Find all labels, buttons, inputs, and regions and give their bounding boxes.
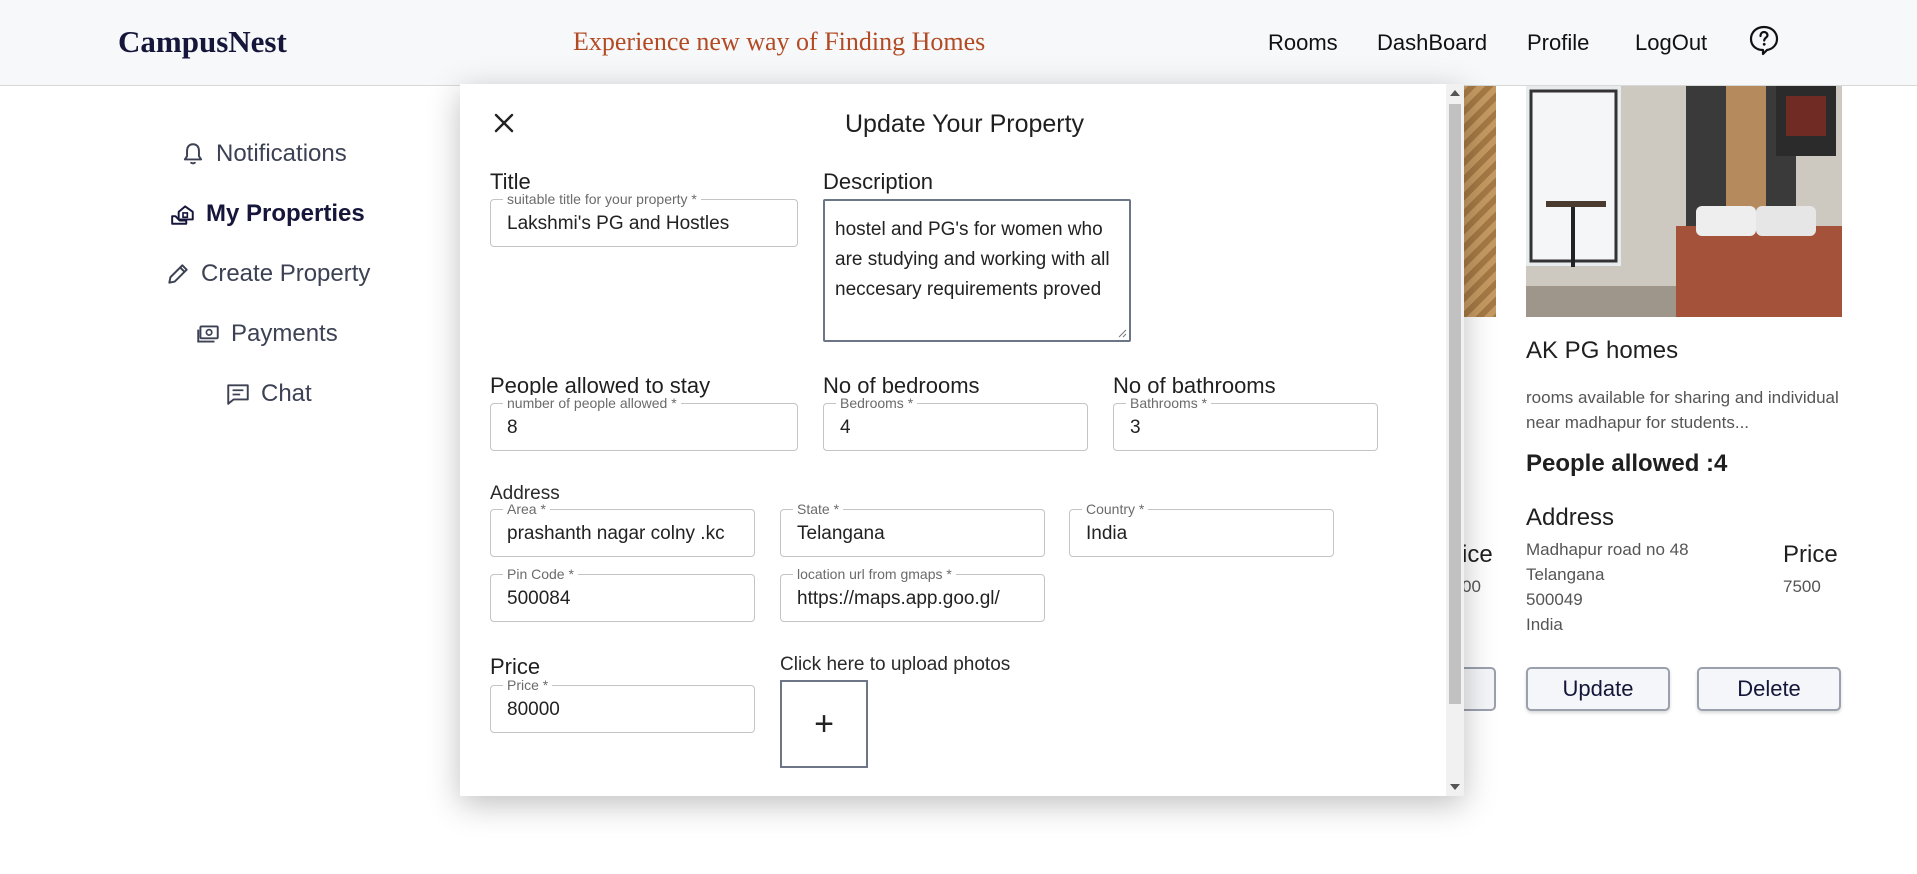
location-url-input[interactable]: location url from gmaps * https://maps.a… <box>780 566 1045 622</box>
help-circle-icon[interactable] <box>1748 24 1780 56</box>
upload-photos-label[interactable]: Click here to upload photos <box>780 654 1010 676</box>
price-input[interactable]: Price * 80000 <box>490 677 755 733</box>
price-heading: Price <box>1783 541 1838 568</box>
property-image-partial <box>1460 86 1496 317</box>
area-input[interactable]: Area * prashanth nagar colny .kc <box>490 501 755 557</box>
sidebar-item-payments[interactable]: Payments <box>195 320 338 348</box>
bathrooms-floating-label: Bathrooms * <box>1126 395 1212 411</box>
pencil-icon <box>168 264 188 284</box>
nav-profile[interactable]: Profile <box>1527 30 1589 56</box>
sidebar-item-my-properties[interactable]: My Properties <box>170 200 365 228</box>
bell-icon <box>183 143 203 165</box>
dialog-scrollbar[interactable] <box>1446 84 1464 796</box>
partial-price-value: 00 <box>1462 577 1481 596</box>
price-floating-label: Price * <box>503 677 553 693</box>
nav-logout[interactable]: LogOut <box>1635 30 1707 56</box>
sidebar-item-label: Create Property <box>201 260 371 287</box>
location-url-floating-label: location url from gmaps * <box>793 566 956 582</box>
nav-dashboard[interactable]: DashBoard <box>1377 30 1487 56</box>
bathrooms-input[interactable]: Bathrooms * 3 <box>1113 395 1378 451</box>
country-value: India <box>1086 523 1128 544</box>
partial-price-heading: ice <box>1462 541 1493 568</box>
people-input[interactable]: number of people allowed * 8 <box>490 395 798 451</box>
state-input[interactable]: State * Telangana <box>780 501 1045 557</box>
chat-icon <box>227 384 249 405</box>
bedrooms-input[interactable]: Bedrooms * 4 <box>823 395 1088 451</box>
property-address: Madhapur road no 48 Telangana 500049 Ind… <box>1526 537 1689 637</box>
brand-logo[interactable]: CampusNest <box>118 24 287 60</box>
partial-card-button[interactable] <box>1460 667 1496 711</box>
sidebar-item-label: Payments <box>231 320 338 347</box>
sidebar-item-chat[interactable]: Chat <box>225 380 312 408</box>
address-line: 500049 <box>1526 590 1583 609</box>
people-floating-label: number of people allowed * <box>503 395 681 411</box>
pincode-floating-label: Pin Code * <box>503 566 578 582</box>
state-floating-label: State * <box>793 501 844 517</box>
sidebar-item-label: My Properties <box>206 200 365 227</box>
sidebar-item-label: Chat <box>261 380 312 407</box>
address-line: Madhapur road no 48 <box>1526 540 1689 559</box>
money-icon <box>197 325 219 343</box>
scroll-down-arrow-icon[interactable] <box>1450 784 1460 790</box>
scroll-up-arrow-icon[interactable] <box>1450 90 1460 96</box>
address-line: India <box>1526 615 1563 634</box>
close-icon[interactable] <box>493 112 515 134</box>
scroll-thumb[interactable] <box>1449 104 1461 704</box>
location-url-value: https://maps.app.goo.gl/ <box>797 588 1000 609</box>
title-value: Lakshmi's PG and Hostles <box>507 213 730 234</box>
top-navbar: CampusNest Experience new way of Finding… <box>0 0 1917 86</box>
country-floating-label: Country * <box>1082 501 1149 517</box>
dialog-title: Update Your Property <box>845 110 1085 138</box>
address-line: Telangana <box>1526 565 1605 584</box>
sidebar-item-label: Notifications <box>216 140 347 167</box>
bathrooms-value: 3 <box>1130 417 1141 438</box>
pincode-input[interactable]: Pin Code * 500084 <box>490 566 755 622</box>
upload-photos-button[interactable]: + <box>780 680 868 768</box>
country-input[interactable]: Country * India <box>1069 501 1334 557</box>
house-hand-icon <box>171 205 194 225</box>
sidebar-item-notifications[interactable]: Notifications <box>180 140 347 168</box>
property-description: rooms available for sharing and individu… <box>1526 388 1839 432</box>
description-value: hostel and PG's for women who are studyi… <box>835 219 1110 300</box>
resize-grip-icon[interactable] <box>1117 328 1127 338</box>
tagline: Experience new way of Finding Homes <box>573 27 986 56</box>
bedrooms-value: 4 <box>840 417 851 438</box>
area-value: prashanth nagar colny .kc <box>507 523 725 544</box>
property-people-allowed: People allowed :4 <box>1526 450 1728 477</box>
title-input[interactable]: suitable title for your property * Laksh… <box>490 191 798 247</box>
price-value: 80000 <box>507 699 560 720</box>
nav-rooms[interactable]: Rooms <box>1268 30 1338 56</box>
address-heading: Address <box>1526 504 1615 531</box>
description-textarea[interactable]: hostel and PG's for women who are studyi… <box>823 199 1131 342</box>
delete-button[interactable]: Delete <box>1697 667 1841 711</box>
property-title: AK PG homes <box>1526 337 1679 364</box>
title-floating-label: suitable title for your property * <box>503 191 701 207</box>
area-floating-label: Area * <box>503 501 550 517</box>
pincode-value: 500084 <box>507 588 571 609</box>
state-value: Telangana <box>797 523 885 544</box>
bedrooms-floating-label: Bedrooms * <box>836 395 918 411</box>
plus-icon: + <box>814 705 834 743</box>
bedroom-photo <box>1526 86 1842 317</box>
people-value: 8 <box>507 417 518 438</box>
property-price: 7500 <box>1783 577 1821 596</box>
update-button[interactable]: Update <box>1526 667 1670 711</box>
description-label: Description <box>823 169 934 194</box>
property-image <box>1526 86 1842 317</box>
sidebar-item-create-property[interactable]: Create Property <box>165 260 370 288</box>
